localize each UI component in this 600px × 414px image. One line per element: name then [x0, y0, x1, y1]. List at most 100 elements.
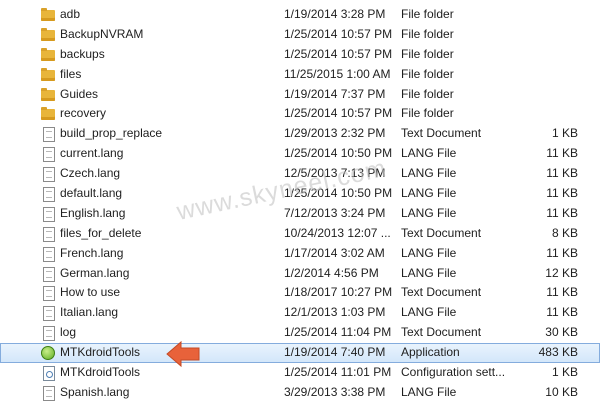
file-type: File folder [401, 66, 454, 81]
folder-icon [40, 87, 56, 103]
file-name: How to use [60, 285, 121, 300]
folder-icon [40, 67, 56, 83]
file-row[interactable]: Czech.lang 12/5/2013 7:13 PM LANG File 11 K… [0, 164, 600, 184]
file-type: LANG File [401, 265, 457, 280]
file-name: English.lang [60, 205, 126, 220]
document-icon [40, 206, 56, 222]
file-row[interactable]: adb 1/19/2014 3:28 PM File folder [0, 5, 600, 25]
file-row[interactable]: English.lang 7/12/2013 3:24 PM LANG File 11… [0, 204, 600, 224]
file-row[interactable]: Spanish.lang 3/29/2013 3:38 PM LANG File 10… [0, 383, 600, 403]
file-type: LANG File [401, 245, 457, 260]
date-modified: 1/25/2014 11:01 PM [284, 365, 392, 380]
file-type: LANG File [401, 186, 457, 201]
document-icon [40, 146, 56, 163]
file-type: File folder [401, 46, 454, 61]
file-name: BackupNVRAM [60, 26, 144, 41]
date-modified: 7/12/2013 3:24 PM [284, 205, 386, 220]
file-row[interactable]: Guides 1/19/2014 7:37 PM File folder [0, 85, 600, 105]
file-name: current.lang [60, 146, 124, 161]
file-type: Text Document [401, 126, 482, 141]
file-row[interactable]: How to use 1/18/2017 10:27 PM Text Documen… [0, 283, 600, 303]
date-modified: 1/25/2014 10:57 PM [284, 26, 393, 41]
date-modified: 1/17/2014 3:02 AM [284, 245, 385, 260]
document-icon [40, 385, 56, 401]
file-size: 11 KB [546, 146, 578, 161]
file-size: 30 KB [545, 325, 578, 340]
file-type: Text Document [401, 225, 482, 240]
file-type: LANG File [401, 166, 457, 181]
file-size: 11 KB [546, 305, 578, 320]
date-modified: 1/25/2014 10:57 PM [284, 106, 393, 121]
date-modified: 1/25/2014 11:04 PM [284, 325, 392, 340]
file-row[interactable]: files_for_delete 10/24/2013 12:07 ... Text… [0, 224, 600, 244]
file-row[interactable]: build_prop_replace 1/29/2013 2:32 PM Text … [0, 124, 600, 144]
file-size: 11 KB [546, 186, 578, 201]
file-type: File folder [401, 26, 454, 41]
file-name: German.lang [60, 265, 130, 280]
folder-icon [40, 7, 56, 23]
date-modified: 1/19/2014 7:40 PM [284, 345, 386, 360]
file-type: File folder [401, 7, 454, 21]
file-row[interactable]: log 1/25/2014 11:04 PM Text Document 30 KB [0, 323, 600, 343]
file-size: 11 KB [546, 166, 578, 181]
file-list: adb 1/19/2014 3:28 PM File folder BackupNVR… [0, 5, 600, 403]
file-type: Application [401, 345, 460, 360]
date-modified: 1/19/2014 3:28 PM [284, 7, 386, 21]
file-name: adb [60, 7, 81, 21]
file-type: LANG File [401, 305, 457, 320]
text-document-icon [40, 285, 56, 302]
document-icon [40, 186, 56, 203]
folder-icon [40, 27, 56, 43]
file-row[interactable]: Italian.lang 12/1/2013 1:03 PM LANG File 11… [0, 303, 600, 323]
text-document-icon [40, 226, 56, 242]
file-size: 483 KB [538, 345, 578, 360]
file-type: Configuration sett... [401, 365, 506, 380]
file-type: LANG File [401, 384, 457, 399]
file-name: Italian.lang [60, 305, 119, 320]
folder-icon [40, 106, 56, 122]
date-modified: 3/29/2013 3:38 PM [284, 384, 386, 399]
file-row[interactable]: BackupNVRAM 1/25/2014 10:57 PM File folder [0, 25, 600, 45]
file-size: 11 KB [546, 205, 578, 220]
file-type: File folder [401, 106, 454, 121]
date-modified: 10/24/2013 12:07 ... [284, 225, 391, 240]
folder-icon [40, 47, 56, 63]
text-document-icon [40, 325, 56, 342]
file-row[interactable]: backups 1/25/2014 10:57 PM File folder [0, 45, 600, 65]
file-name: Guides [60, 86, 99, 101]
file-size: 1 KB [551, 365, 578, 380]
file-type: LANG File [401, 146, 457, 161]
file-row[interactable]: MTKdroidTools 1/19/2014 7:40 PM Applicatio… [0, 343, 600, 364]
file-name: files [60, 66, 82, 81]
document-icon [40, 305, 56, 322]
file-size: 12 KB [545, 265, 578, 280]
date-modified: 12/1/2013 1:03 PM [284, 305, 386, 320]
file-row[interactable]: files 11/25/2015 1:00 AM File folder [0, 65, 600, 85]
file-size: 10 KB [545, 384, 578, 399]
text-document-icon [40, 126, 56, 143]
date-modified: 1/18/2017 10:27 PM [284, 285, 393, 300]
file-row[interactable]: recovery 1/25/2014 10:57 PM File folder [0, 104, 600, 124]
file-row[interactable]: current.lang 1/25/2014 10:50 PM LANG File 1… [0, 144, 600, 164]
document-icon [40, 166, 56, 183]
file-row[interactable]: French.lang 1/17/2014 3:02 AM LANG File 11 … [0, 244, 600, 264]
file-row[interactable]: default.lang 1/25/2014 10:50 PM LANG File 1… [0, 184, 600, 204]
application-icon [40, 345, 56, 361]
pointer-arrow-icon [166, 340, 200, 368]
date-modified: 12/5/2013 7:13 PM [284, 166, 386, 181]
file-name: Spanish.lang [60, 384, 130, 399]
file-name: backups [60, 46, 105, 61]
date-modified: 1/29/2013 2:32 PM [284, 126, 386, 141]
config-settings-icon [40, 365, 56, 382]
file-row[interactable]: German.lang 1/2/2014 4:56 PM LANG File 12 K… [0, 264, 600, 284]
file-size: 11 KB [546, 285, 578, 300]
file-name: Czech.lang [60, 166, 121, 181]
date-modified: 1/19/2014 7:37 PM [284, 86, 386, 101]
date-modified: 11/25/2015 1:00 AM [284, 66, 391, 81]
date-modified: 1/25/2014 10:57 PM [284, 46, 393, 61]
file-name: build_prop_replace [60, 126, 163, 141]
document-icon [40, 246, 56, 262]
file-size: 8 KB [551, 225, 578, 240]
file-type: Text Document [401, 325, 482, 340]
file-row[interactable]: MTKdroidTools 1/25/2014 11:01 PM Configura… [0, 363, 600, 383]
